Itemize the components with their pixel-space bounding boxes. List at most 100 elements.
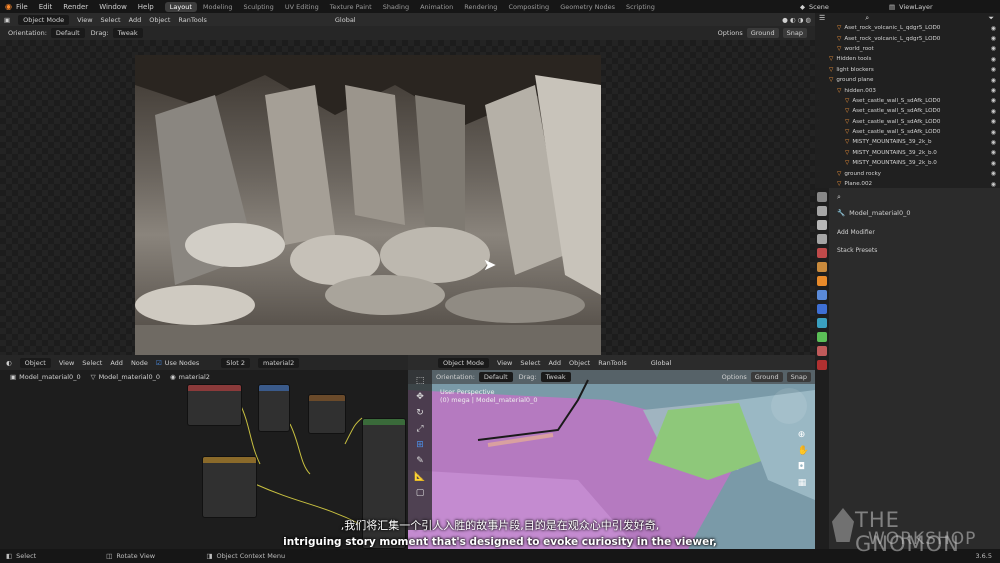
visibility-eye-icon[interactable]: ◉ <box>991 97 996 104</box>
ground-button[interactable]: Ground <box>746 28 779 38</box>
visibility-eye-icon[interactable]: ◉ <box>991 129 996 136</box>
vp2-select-menu[interactable]: Select <box>520 359 540 367</box>
tool-tab-icon[interactable] <box>817 192 827 202</box>
visibility-eye-icon[interactable]: ◉ <box>991 108 996 115</box>
outliner-item[interactable]: ▽ MISTY_MOUNTAINS_39_2k_b.0 ◉ <box>815 158 1000 168</box>
tab-uv-editing[interactable]: UV Editing <box>280 2 324 12</box>
menu-window[interactable]: Window <box>99 3 127 11</box>
world-tab-icon[interactable] <box>817 262 827 272</box>
outliner-item[interactable]: ▽ Aset_castle_wall_S_sdAfk_LOD0 ◉ <box>815 106 1000 116</box>
outliner-search-icon[interactable]: ⌕ <box>865 14 869 23</box>
blender-logo-icon[interactable]: ◉ <box>5 2 12 11</box>
outliner-item[interactable]: ▽ MISTY_MOUNTAINS_39_2k_b.0 ◉ <box>815 148 1000 158</box>
properties-search[interactable]: ⌕ <box>815 192 1000 202</box>
node-mapping[interactable] <box>258 384 290 432</box>
transform-orientation[interactable]: Global <box>335 16 356 24</box>
rantools-menu[interactable]: RanTools <box>178 16 207 24</box>
modifier-tab-icon[interactable] <box>817 290 827 300</box>
texture-tab-icon[interactable] <box>817 360 827 370</box>
tab-shading[interactable]: Shading <box>378 2 414 12</box>
zoom-icon[interactable]: ⊕ <box>798 430 809 440</box>
outliner-editor-icon[interactable]: ☰ <box>819 14 825 22</box>
menu-edit[interactable]: Edit <box>39 3 53 11</box>
visibility-eye-icon[interactable]: ◉ <box>991 118 996 125</box>
outliner-item[interactable]: ▽ ground rocky ◉ <box>815 168 1000 178</box>
visibility-eye-icon[interactable]: ◉ <box>991 25 996 32</box>
node-view-menu[interactable]: View <box>59 359 74 367</box>
camera-icon[interactable]: ◘ <box>798 462 809 472</box>
vp2-transform[interactable]: Global <box>651 359 672 367</box>
outliner-item[interactable]: ▽ light blockers ◉ <box>815 65 1000 75</box>
orientation-dropdown[interactable]: Default <box>50 28 85 38</box>
snap-button[interactable]: Snap <box>782 28 807 38</box>
node-type-dropdown[interactable]: Object <box>19 357 51 368</box>
visibility-eye-icon[interactable]: ◉ <box>991 56 996 63</box>
pan-hand-icon[interactable]: ✋ <box>798 446 809 456</box>
select-menu[interactable]: Select <box>101 16 121 24</box>
add-modifier-button[interactable]: Add Modifier <box>835 226 994 238</box>
physics-tab-icon[interactable] <box>817 318 827 328</box>
vp2-orientation-dropdown[interactable]: Default <box>478 372 513 382</box>
stack-presets-button[interactable]: Stack Presets <box>835 244 994 256</box>
vp2-mode-dropdown[interactable]: Object Mode <box>438 357 489 368</box>
navigation-gizmo[interactable] <box>771 388 807 424</box>
visibility-eye-icon[interactable]: ◉ <box>991 66 996 73</box>
vp2-view-menu[interactable]: View <box>497 359 512 367</box>
outliner-item[interactable]: ▽ Aset_rock_volcanic_L_qdgr5_LOD0 ◉ <box>815 33 1000 43</box>
use-nodes-checkbox[interactable]: ☑ <box>156 359 162 367</box>
node-texture-coordinate[interactable] <box>187 384 242 426</box>
visibility-eye-icon[interactable]: ◉ <box>991 87 996 94</box>
vp2-options[interactable]: Options <box>722 373 747 381</box>
object-menu[interactable]: Object <box>149 16 170 24</box>
node-color-ramp[interactable] <box>202 456 257 518</box>
menu-file[interactable]: File <box>16 3 28 11</box>
node-node-menu[interactable]: Node <box>131 359 148 367</box>
tab-layout[interactable]: Layout <box>164 1 197 12</box>
mode-dropdown[interactable]: Object Mode <box>18 14 70 25</box>
menu-render[interactable]: Render <box>63 3 88 11</box>
outliner-item[interactable]: ▽ Hidden tools ◉ <box>815 54 1000 64</box>
visibility-eye-icon[interactable]: ◉ <box>991 77 996 84</box>
render-tab-icon[interactable] <box>817 206 827 216</box>
tab-modeling[interactable]: Modeling <box>198 2 238 12</box>
tab-rendering[interactable]: Rendering <box>459 2 502 12</box>
visibility-eye-icon[interactable]: ◉ <box>991 149 996 156</box>
visibility-eye-icon[interactable]: ◉ <box>991 170 996 177</box>
material-dropdown[interactable]: material2 <box>257 357 300 368</box>
rotate-tool-icon[interactable]: ↻ <box>416 408 424 418</box>
visibility-eye-icon[interactable]: ◉ <box>991 35 996 42</box>
visibility-eye-icon[interactable]: ◉ <box>991 160 996 167</box>
tab-sculpting[interactable]: Sculpting <box>238 2 278 12</box>
tab-compositing[interactable]: Compositing <box>503 2 554 12</box>
vp2-drag-dropdown[interactable]: Tweak <box>540 372 571 382</box>
output-tab-icon[interactable] <box>817 220 827 230</box>
tab-scripting[interactable]: Scripting <box>621 2 660 12</box>
viewlayer-name[interactable]: ViewLayer <box>899 3 933 11</box>
tab-texture-paint[interactable]: Texture Paint <box>325 2 377 12</box>
scene-tab-icon[interactable] <box>817 248 827 258</box>
grid-icon[interactable]: ▦ <box>798 478 809 488</box>
outliner-item[interactable]: ▽ Aset_castle_wall_S_sdAfk_LOD0 ◉ <box>815 127 1000 137</box>
select-box-tool-icon[interactable]: ⬚ <box>416 376 425 386</box>
view-menu[interactable]: View <box>77 16 92 24</box>
node-image-texture[interactable] <box>308 394 346 434</box>
node-select-menu[interactable]: Select <box>82 359 102 367</box>
filter-icon[interactable]: ⏷ <box>988 14 994 23</box>
add-cube-tool-icon[interactable]: ▢ <box>416 488 425 498</box>
outliner-item[interactable]: ▽ Aset_rock_volcanic_L_qdgr5_LOD0 ◉ <box>815 23 1000 33</box>
visibility-eye-icon[interactable]: ◉ <box>991 181 996 188</box>
transform-tool-icon[interactable]: ⊞ <box>416 440 424 450</box>
vp2-add-menu[interactable]: Add <box>548 359 561 367</box>
outliner-item[interactable]: ▽ hidden.003 ◉ <box>815 85 1000 95</box>
view-layer-tab-icon[interactable] <box>817 234 827 244</box>
menu-help[interactable]: Help <box>138 3 154 11</box>
editor-type-icon[interactable]: ▣ <box>4 16 10 24</box>
data-tab-icon[interactable] <box>817 332 827 342</box>
add-menu[interactable]: Add <box>129 16 142 24</box>
drag-dropdown[interactable]: Tweak <box>112 28 143 38</box>
outliner-item[interactable]: ▽ Aset_castle_wall_S_sdAfk_LOD0 ◉ <box>815 96 1000 106</box>
object-tab-icon[interactable] <box>817 276 827 286</box>
shading-buttons[interactable]: ● ◐ ◑ ◍ <box>782 16 811 24</box>
tab-geometry-nodes[interactable]: Geometry Nodes <box>555 2 620 12</box>
tab-animation[interactable]: Animation <box>415 2 458 12</box>
